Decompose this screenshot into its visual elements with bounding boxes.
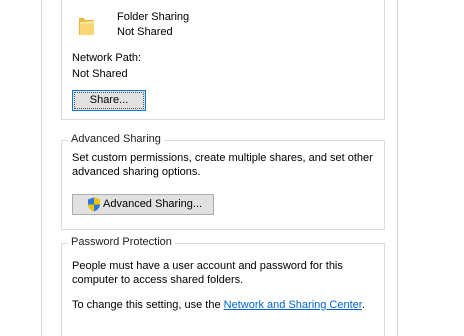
- folder-icon: [79, 18, 94, 35]
- password-desc-line1: People must have a user account and pass…: [72, 260, 343, 272]
- network-path-label: Network Path:: [72, 52, 142, 64]
- change-setting-suffix: .: [361, 299, 365, 311]
- sharing-tab: Folder Sharing Not Shared Network Path: …: [0, 0, 464, 336]
- network-sharing-center-link[interactable]: Network and Sharing Center: [224, 299, 362, 311]
- uac-shield-icon: [88, 197, 100, 212]
- password-desc-line2: computer to access shared folders.: [72, 274, 244, 286]
- dialog-right-border: [397, 0, 398, 336]
- advanced-sharing-desc-line2: advanced sharing options.: [72, 166, 201, 178]
- password-protection-title: Password Protection: [68, 236, 175, 248]
- change-setting-prefix: To change this setting, use the: [72, 299, 224, 311]
- folder-name: Folder Sharing: [117, 11, 190, 23]
- change-setting-text: To change this setting, use the Network …: [72, 299, 365, 311]
- password-protection-group: Password Protection: [61, 236, 385, 336]
- advanced-sharing-title: Advanced Sharing: [68, 133, 164, 145]
- advanced-sharing-desc-line1: Set custom permissions, create multiple …: [72, 152, 373, 164]
- folder-share-status: Not Shared: [117, 26, 173, 38]
- focus-rectangle: [74, 92, 144, 109]
- dialog-left-border: [41, 0, 42, 336]
- advanced-sharing-button[interactable]: Advanced Sharing...: [72, 194, 214, 215]
- advanced-sharing-button-label: Advanced Sharing...: [103, 198, 203, 210]
- share-button[interactable]: Share...: [72, 90, 146, 111]
- network-path-value: Not Shared: [72, 68, 128, 80]
